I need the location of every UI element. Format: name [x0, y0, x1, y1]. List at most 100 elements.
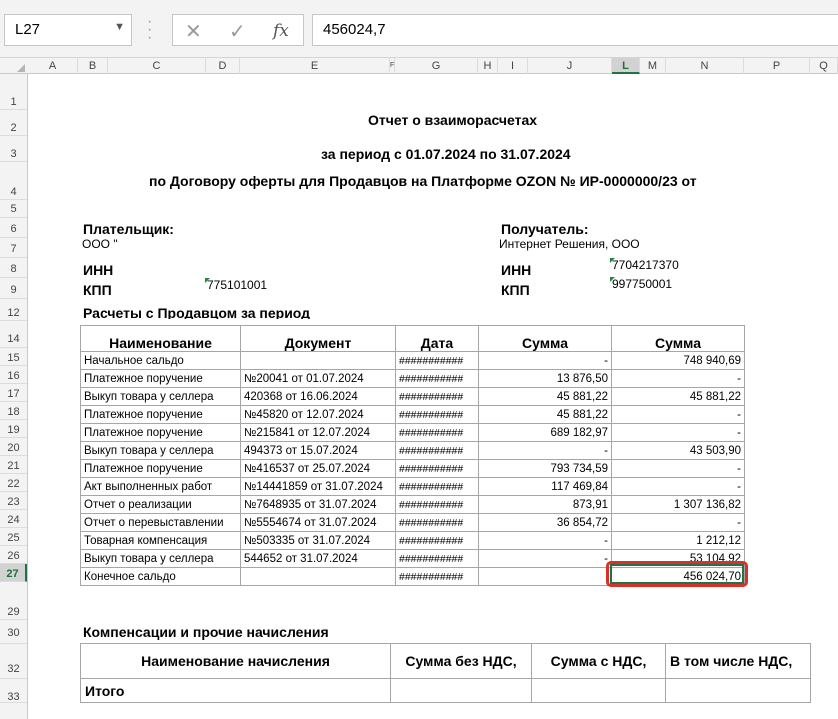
row-header[interactable]: 25 [0, 528, 27, 546]
cell-document[interactable]: №416537 от 25.07.2024 [240, 459, 396, 478]
row-header[interactable]: 1 [0, 74, 27, 110]
enter-icon[interactable]: ✓ [229, 19, 246, 44]
row-header[interactable]: 6 [0, 218, 27, 238]
cancel-icon[interactable]: ✕ [185, 19, 202, 44]
cell-amount-debit[interactable]: - [478, 441, 612, 460]
cell-name[interactable]: Платежное поручение [80, 369, 241, 388]
row-header[interactable]: 3 [0, 136, 27, 162]
cell-document[interactable]: №503335 от 31.07.2024 [240, 531, 396, 550]
formula-input[interactable]: 456024,7 [312, 14, 838, 46]
cell-name[interactable]: Отчет о реализации [80, 495, 241, 514]
cell-date[interactable]: ########### [395, 531, 479, 550]
row-header[interactable]: 7 [0, 238, 27, 258]
column-header-n[interactable]: N [666, 58, 744, 74]
row-header[interactable]: 14 [0, 321, 27, 348]
cell-document[interactable]: №20041 от 01.07.2024 [240, 369, 396, 388]
cell-document[interactable]: №14441859 от 31.07.2024 [240, 477, 396, 496]
cell-date[interactable]: ########### [395, 441, 479, 460]
chevron-down-icon[interactable]: ▼ [114, 21, 125, 33]
cell-name[interactable]: Выкуп товара у селлера [80, 441, 241, 460]
cell-document[interactable]: №215841 от 12.07.2024 [240, 423, 396, 442]
cell-document[interactable]: 420368 от 16.06.2024 [240, 387, 396, 406]
row-header[interactable]: 29 [0, 582, 27, 620]
cell-name[interactable]: Товарная компенсация [80, 531, 241, 550]
total-vat[interactable] [665, 678, 811, 703]
header-amount-debit[interactable]: Сумма [478, 325, 612, 352]
row-header[interactable]: 16 [0, 366, 27, 384]
cell-amount-credit[interactable]: - [611, 369, 745, 388]
cell-amount-debit[interactable]: 45 881,22 [478, 387, 612, 406]
cell-name[interactable]: Платежное поручение [80, 405, 241, 424]
row-header[interactable]: 20 [0, 438, 27, 456]
cell-amount-debit[interactable]: 45 881,22 [478, 405, 612, 424]
drag-handle-icon[interactable]: · · · [147, 14, 152, 46]
header-accrual-name[interactable]: Наименование начисления [80, 643, 391, 679]
cell-amount-credit[interactable]: - [611, 513, 745, 532]
row-header[interactable]: 5 [0, 200, 27, 218]
column-header-a[interactable]: A [28, 58, 78, 74]
cell-amount-credit[interactable]: 45 881,22 [611, 387, 745, 406]
name-box[interactable]: L27 ▼ [4, 14, 132, 46]
cell-amount-credit[interactable]: 1 212,12 [611, 531, 745, 550]
cell-amount-debit[interactable] [478, 567, 612, 586]
cell-amount-credit[interactable]: 43 503,90 [611, 441, 745, 460]
cell-date[interactable]: ########### [395, 369, 479, 388]
cell-name[interactable]: Начальное сальдо [80, 351, 241, 370]
cell-amount-credit[interactable]: - [611, 477, 745, 496]
cell-date[interactable]: ########### [395, 351, 479, 370]
cell-name[interactable]: Отчет о перевыставлении [80, 513, 241, 532]
cell-name[interactable]: Конечное сальдо [80, 567, 241, 586]
cell-date[interactable]: ########### [395, 477, 479, 496]
select-all-button[interactable] [0, 58, 28, 74]
cell-date[interactable]: ########### [395, 495, 479, 514]
row-header[interactable]: 26 [0, 546, 27, 564]
header-amount-no-vat[interactable]: Сумма без НДС, [390, 643, 532, 679]
cell-name[interactable]: Выкуп товара у селлера [80, 549, 241, 568]
cell-amount-credit[interactable]: 1 307 136,82 [611, 495, 745, 514]
column-header-b[interactable]: B [78, 58, 108, 74]
column-header-q[interactable]: Q [810, 58, 838, 74]
column-header-e[interactable]: E [240, 58, 390, 74]
cell-date[interactable]: ########### [395, 423, 479, 442]
column-header-i[interactable]: I [498, 58, 528, 74]
row-header[interactable]: 17 [0, 384, 27, 402]
row-header[interactable]: 32 [0, 644, 27, 679]
cell-amount-credit[interactable]: - [611, 423, 745, 442]
row-header[interactable]: 30 [0, 620, 27, 644]
row-header[interactable]: 18 [0, 402, 27, 420]
cell-date[interactable]: ########### [395, 387, 479, 406]
cell-amount-debit[interactable]: 689 182,97 [478, 423, 612, 442]
cell-document[interactable] [240, 567, 396, 586]
column-header-m[interactable]: M [640, 58, 666, 74]
header-date[interactable]: Дата [395, 325, 479, 352]
row-header[interactable]: 12 [0, 299, 27, 321]
column-header-p[interactable]: P [744, 58, 810, 74]
header-vat-included[interactable]: В том числе НДС, [665, 643, 811, 679]
row-header[interactable]: 22 [0, 474, 27, 492]
header-name[interactable]: Наименование [80, 325, 241, 352]
insert-function-icon[interactable]: fx [273, 21, 289, 41]
cell-amount-debit[interactable]: 793 734,59 [478, 459, 612, 478]
cell-amount-debit[interactable]: - [478, 531, 612, 550]
sheet-grid[interactable]: Отчет о взаиморасчетах за период с 01.07… [28, 74, 838, 719]
cell-amount-debit[interactable]: 13 876,50 [478, 369, 612, 388]
cell-amount-debit[interactable]: - [478, 549, 612, 568]
cell-date[interactable]: ########### [395, 459, 479, 478]
cell-amount-debit[interactable]: - [478, 351, 612, 370]
header-amount-with-vat[interactable]: Сумма с НДС, [531, 643, 666, 679]
cell-date[interactable]: ########### [395, 405, 479, 424]
column-header-d[interactable]: D [206, 58, 240, 74]
cell-document[interactable]: №5554674 от 31.07.2024 [240, 513, 396, 532]
header-amount-credit[interactable]: Сумма [611, 325, 745, 352]
cell-name[interactable]: Платежное поручение [80, 459, 241, 478]
row-header[interactable]: 2 [0, 110, 27, 136]
column-header-g[interactable]: G [395, 58, 478, 74]
row-header[interactable]: 8 [0, 258, 27, 278]
row-header[interactable]: 24 [0, 510, 27, 528]
row-header[interactable]: 4 [0, 162, 27, 200]
column-header-j[interactable]: J [528, 58, 612, 74]
cell-document[interactable]: №45820 от 12.07.2024 [240, 405, 396, 424]
row-header[interactable]: 27 [0, 564, 27, 582]
cell-name[interactable]: Акт выполненных работ [80, 477, 241, 496]
cell-amount-credit[interactable]: - [611, 405, 745, 424]
